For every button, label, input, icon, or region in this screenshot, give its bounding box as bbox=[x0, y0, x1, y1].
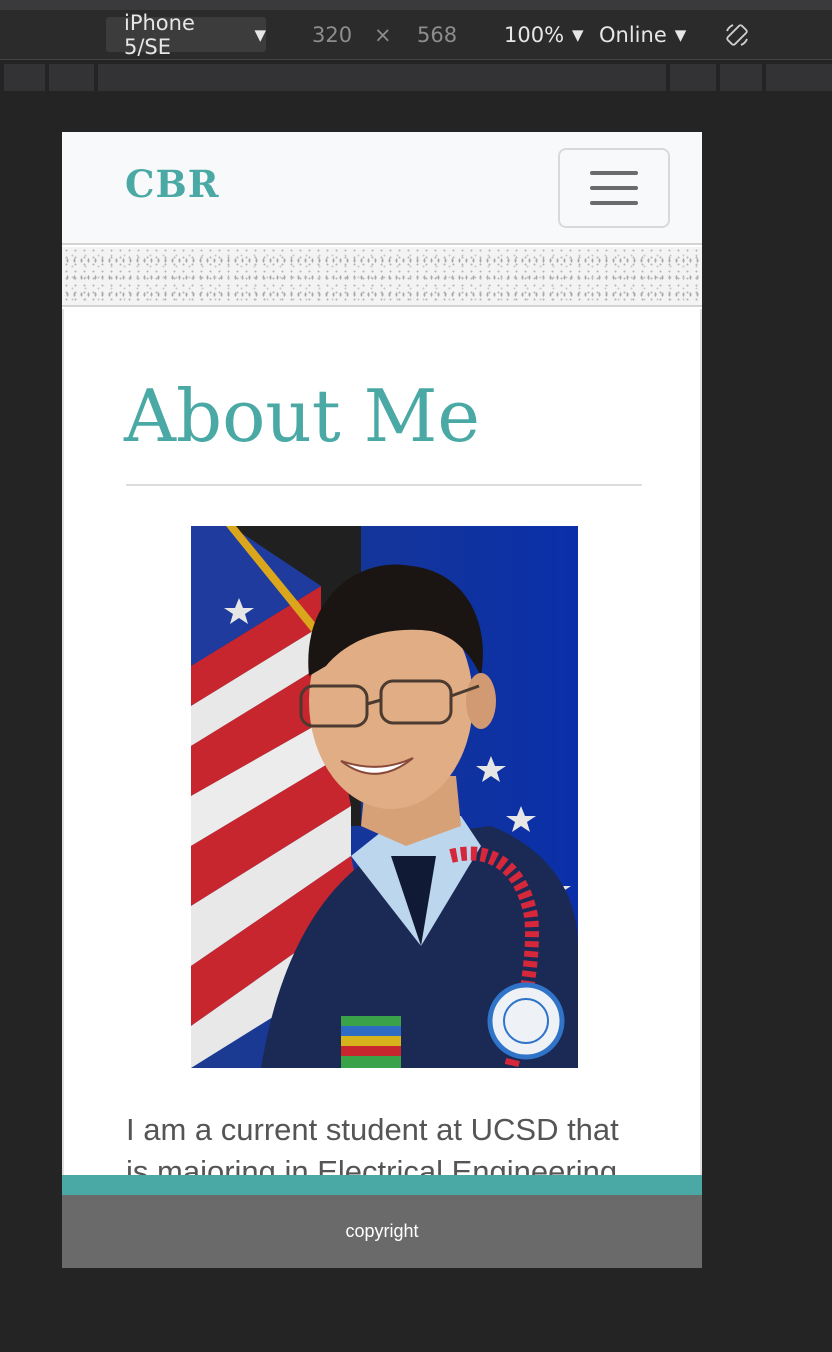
device-select-label: iPhone 5/SE bbox=[124, 10, 195, 59]
bio-line: I am a current student at UCSD that bbox=[126, 1112, 619, 1147]
zoom-select-label: 100% bbox=[504, 23, 565, 47]
width-input[interactable]: 320 bbox=[312, 10, 352, 60]
media-query-bar bbox=[0, 62, 832, 92]
chevron-down-icon: ▼ bbox=[674, 26, 687, 44]
height-input[interactable]: 568 bbox=[417, 10, 457, 60]
hamburger-menu-icon bbox=[590, 171, 638, 175]
dimension-separator: × bbox=[374, 23, 392, 47]
profile-photo bbox=[191, 526, 578, 1068]
site-brand[interactable]: CBR bbox=[125, 162, 219, 206]
network-select-label: Online bbox=[599, 23, 667, 47]
device-select[interactable]: iPhone 5/SE ▼ bbox=[106, 11, 266, 59]
site-footer: copyright bbox=[62, 1195, 702, 1268]
page-title: About Me bbox=[124, 374, 480, 458]
hamburger-menu-icon bbox=[590, 186, 638, 190]
rotate-device-icon[interactable] bbox=[722, 10, 752, 60]
site-navbar: CBR bbox=[62, 132, 702, 245]
chevron-down-icon: ▼ bbox=[254, 25, 266, 44]
navbar-toggle-button[interactable] bbox=[558, 148, 670, 228]
hamburger-menu-icon bbox=[590, 201, 638, 205]
devtools-top-strip bbox=[0, 0, 832, 10]
chevron-down-icon: ▼ bbox=[572, 26, 584, 44]
divider bbox=[126, 484, 642, 486]
footer-copyright: copyright bbox=[345, 1221, 419, 1241]
emulated-viewport: CBR About Me I am a current student at U… bbox=[62, 132, 702, 1268]
about-section: About Me I am a current student at UCSD … bbox=[62, 309, 702, 1189]
footer-accent-line bbox=[62, 1175, 702, 1195]
device-toolbar: iPhone 5/SE ▼ 320 × 568 100% ▼ Online ▼ bbox=[0, 10, 832, 60]
zoom-select[interactable]: 100% ▼ bbox=[504, 10, 584, 60]
texture-banner bbox=[62, 247, 702, 307]
network-throttle-select[interactable]: Online ▼ bbox=[599, 10, 686, 60]
